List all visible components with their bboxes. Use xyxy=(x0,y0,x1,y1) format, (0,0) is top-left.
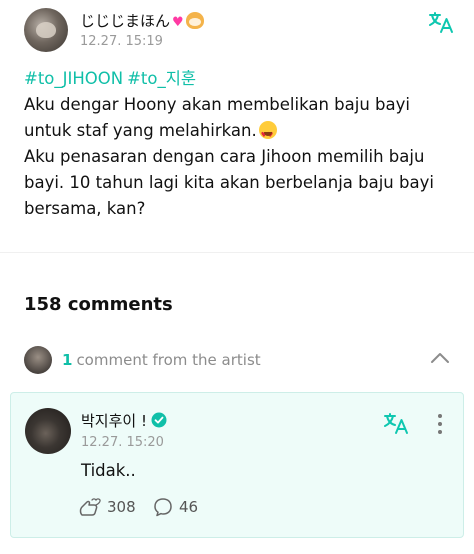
artist-comment-text: Tidak.. xyxy=(81,461,136,480)
artist-comment-label: 1 comment from the artist xyxy=(62,351,261,369)
artist-avatar[interactable] xyxy=(25,408,71,454)
heart-icon: ♥ xyxy=(172,15,184,30)
verified-badge-icon xyxy=(151,412,167,428)
heart-eyes-emoji-icon xyxy=(258,121,277,148)
artist-comment-count: 1 xyxy=(62,351,73,369)
artist-comment-timestamp: 12.27. 15:20 xyxy=(81,435,164,450)
artist-name-text: 박지후이 ! xyxy=(81,412,147,430)
author-name[interactable]: じじじまほん ♥ xyxy=(80,10,204,31)
reply-button[interactable]: 46 xyxy=(153,497,198,517)
reply-icon xyxy=(154,498,172,517)
artist-mini-avatar xyxy=(24,346,52,374)
author-name-text: じじじまほん xyxy=(80,12,171,30)
artist-name[interactable]: 박지후이 ! xyxy=(81,410,167,431)
post-text-line: Aku penasaran dengan cara Jihoon memilih… xyxy=(24,147,425,166)
author-avatar[interactable] xyxy=(24,8,68,52)
section-divider xyxy=(0,252,474,253)
hashtag-link[interactable]: #to_JIHOON xyxy=(24,69,123,88)
comments-count: 158 comments xyxy=(24,294,173,315)
dog-face-icon xyxy=(185,12,204,29)
like-icon xyxy=(79,498,101,516)
artist-comment-label-text: comment from the artist xyxy=(76,351,261,369)
reply-count: 46 xyxy=(179,498,199,516)
post-timestamp: 12.27. 15:19 xyxy=(80,34,163,49)
artist-comment-card: 박지후이 ! 12.27. 15:20 Tidak.. 308 46 xyxy=(10,392,464,538)
like-button[interactable]: 308 xyxy=(79,497,136,517)
more-options-icon[interactable] xyxy=(435,413,445,435)
hashtag-link[interactable]: #to_지훈 xyxy=(127,69,196,88)
post-text-line: bersama, kan? xyxy=(24,199,146,218)
artist-comment-toggle[interactable]: 1 comment from the artist xyxy=(24,346,454,374)
post-body: #to_JIHOON #to_지훈 Aku dengar Hoony akan m… xyxy=(24,66,454,222)
chevron-up-icon[interactable] xyxy=(430,352,450,364)
post-header: じじじまほん ♥ 12.27. 15:19 xyxy=(24,8,454,52)
post-text-segment: untuk staf yang melahirkan. xyxy=(24,121,257,140)
hashtag-row: #to_JIHOON #to_지훈 xyxy=(24,66,454,92)
like-count: 308 xyxy=(107,498,136,516)
translate-icon[interactable] xyxy=(428,10,454,34)
post-text-line: Aku dengar Hoony akan membelikan baju ba… xyxy=(24,95,410,114)
translate-icon[interactable] xyxy=(383,411,409,435)
post-text-line: bayi. 10 tahun lagi kita akan berbelanja… xyxy=(24,173,434,192)
post-text-line: untuk staf yang melahirkan. xyxy=(24,118,454,148)
